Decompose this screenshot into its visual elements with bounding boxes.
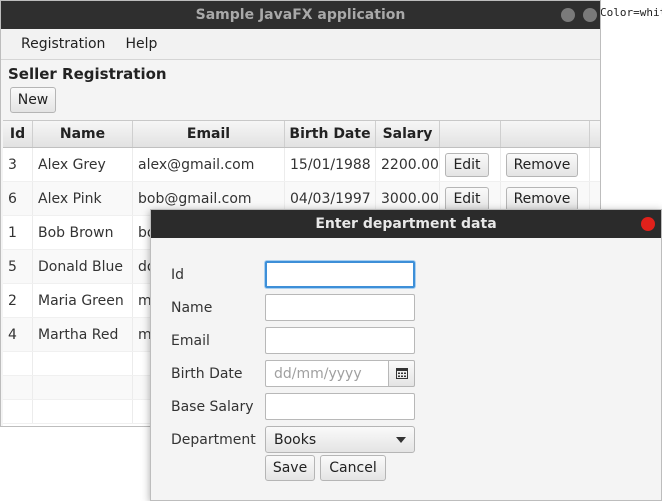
new-button[interactable]: New — [10, 87, 56, 113]
base-salary-label: Base Salary — [171, 398, 254, 415]
empty-cell — [33, 352, 133, 375]
empty-cell — [33, 376, 133, 399]
base-salary-row: Base Salary — [171, 393, 415, 420]
page-title: Seller Registration — [8, 65, 167, 83]
name-field[interactable] — [265, 294, 415, 321]
id-field[interactable] — [265, 261, 415, 288]
department-dialog: Enter department data Id Name Email Birt… — [150, 209, 662, 501]
cell-name: Maria Green — [33, 284, 133, 317]
close-icon[interactable] — [641, 217, 655, 231]
menu-help[interactable]: Help — [115, 36, 167, 52]
department-row: Department Books — [171, 426, 415, 453]
name-label: Name — [171, 299, 213, 316]
table-header: Id Name Email Birth Date Salary — [3, 121, 600, 148]
remove-button[interactable]: Remove — [506, 186, 578, 211]
empty-cell — [3, 352, 33, 375]
empty-cell — [33, 400, 133, 423]
menu-bar: Registration Help — [1, 29, 600, 60]
birth-date-row: Birth Date — [171, 360, 415, 387]
cell-name: Martha Red — [33, 318, 133, 351]
birth-date-label: Birth Date — [171, 365, 243, 382]
column-header-remove — [501, 121, 590, 147]
cell-remove: Remove — [501, 148, 590, 181]
email-field[interactable] — [265, 327, 415, 354]
cell-birth-date: 15/01/1988 — [285, 148, 376, 181]
cell-id: 2 — [3, 284, 33, 317]
column-header-edit — [440, 121, 501, 147]
dialog-titlebar[interactable]: Enter department data — [151, 210, 661, 238]
dialog-title: Enter department data — [315, 216, 497, 232]
base-salary-field[interactable] — [265, 393, 415, 420]
save-button[interactable]: Save — [265, 455, 315, 481]
name-row: Name — [171, 294, 415, 321]
cell-name: Bob Brown — [33, 216, 133, 249]
column-header-salary[interactable]: Salary — [376, 121, 440, 147]
column-header-email[interactable]: Email — [133, 121, 285, 147]
cell-name: Alex Grey — [33, 148, 133, 181]
empty-cell — [3, 376, 33, 399]
id-label: Id — [171, 266, 185, 283]
remove-button[interactable]: Remove — [506, 152, 578, 177]
menu-registration[interactable]: Registration — [11, 36, 115, 52]
cell-salary: 2200.00 — [376, 148, 440, 181]
birth-date-picker — [265, 360, 415, 387]
cell-name: Alex Pink — [33, 182, 133, 215]
email-label: Email — [171, 332, 210, 349]
department-select[interactable]: Books — [265, 426, 415, 453]
email-row: Email — [171, 327, 415, 354]
column-header-id[interactable]: Id — [3, 121, 33, 147]
cell-edit: Edit — [440, 148, 501, 181]
minimize-icon[interactable] — [561, 8, 575, 22]
cell-id: 1 — [3, 216, 33, 249]
chevron-down-icon — [396, 436, 406, 443]
table-row[interactable]: 3 Alex Grey alex@gmail.com 15/01/1988 22… — [3, 148, 600, 182]
column-header-name[interactable]: Name — [33, 121, 133, 147]
cell-email: alex@gmail.com — [133, 148, 285, 181]
id-row: Id — [171, 261, 415, 288]
window-title: Sample JavaFX application — [195, 7, 406, 23]
cell-id: 5 — [3, 250, 33, 283]
main-titlebar[interactable]: Sample JavaFX application — [1, 1, 600, 29]
calendar-button[interactable] — [389, 360, 415, 387]
birth-date-field[interactable] — [265, 360, 389, 387]
edit-button[interactable]: Edit — [445, 186, 489, 211]
calendar-icon — [395, 368, 408, 379]
cell-filler — [590, 148, 600, 181]
cell-id: 3 — [3, 148, 33, 181]
cell-name: Donald Blue — [33, 250, 133, 283]
empty-cell — [3, 400, 33, 423]
dialog-actions: Save Cancel — [265, 455, 386, 481]
department-label: Department — [171, 431, 256, 448]
column-header-filler — [590, 121, 600, 147]
department-value: Books — [274, 431, 317, 448]
edit-button[interactable]: Edit — [445, 152, 489, 177]
cell-id: 6 — [3, 182, 33, 215]
maximize-icon[interactable] — [583, 8, 597, 22]
cancel-button[interactable]: Cancel — [320, 455, 386, 481]
background-code-text: Color=whit — [600, 6, 662, 19]
cell-id: 4 — [3, 318, 33, 351]
column-header-birth-date[interactable]: Birth Date — [285, 121, 376, 147]
